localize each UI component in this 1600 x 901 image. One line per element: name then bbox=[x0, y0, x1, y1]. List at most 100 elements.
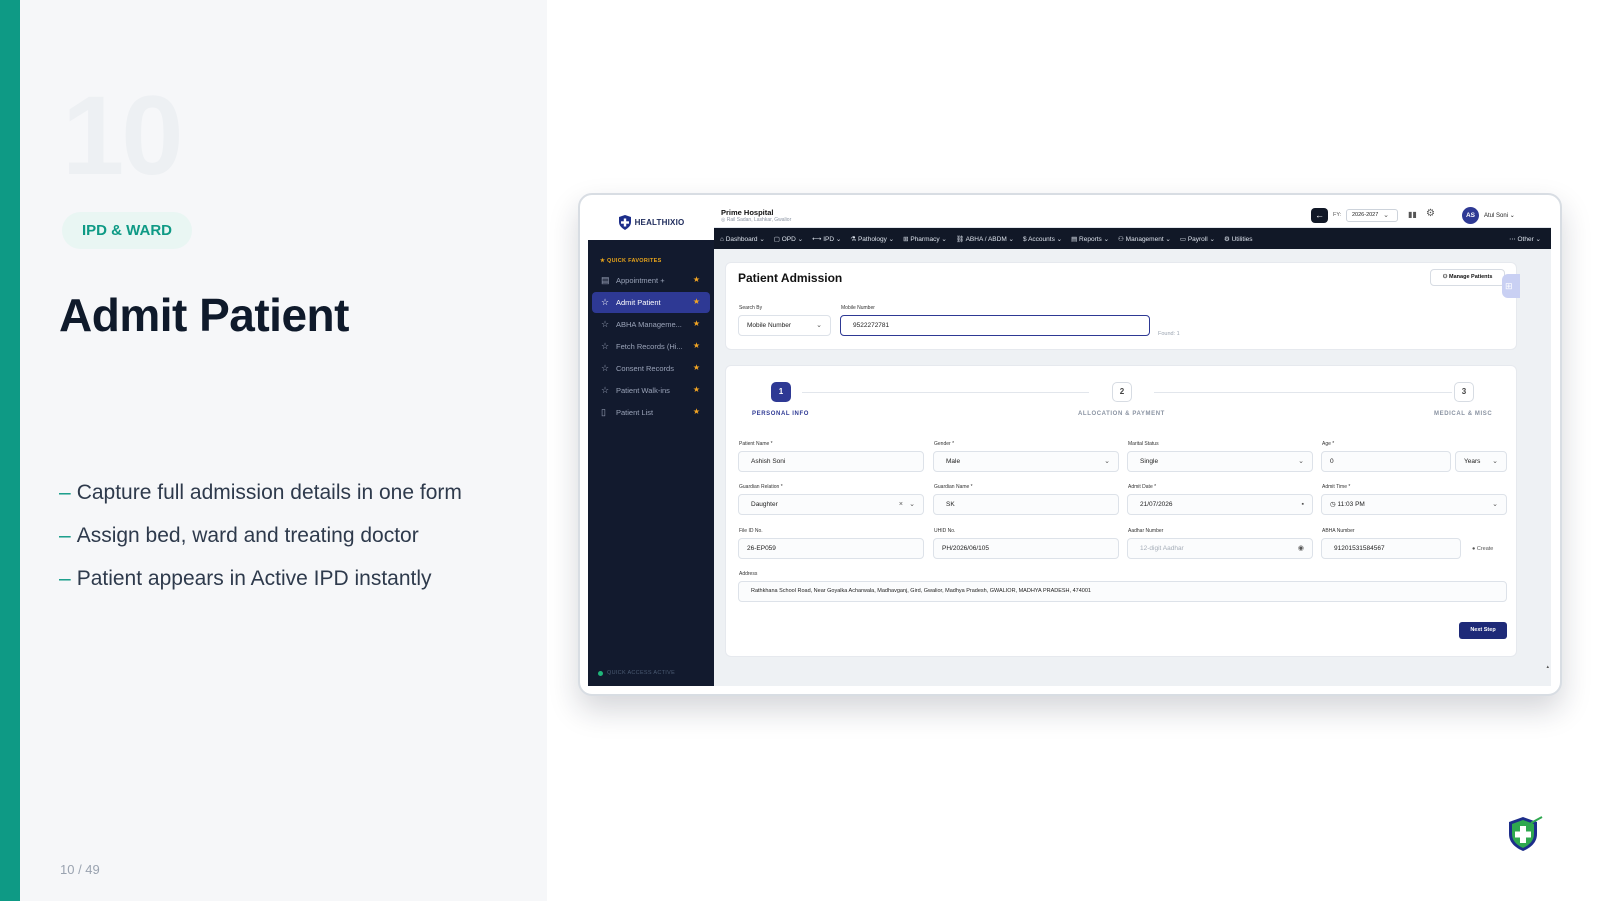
fy-select[interactable]: 2026-2027 ⌄ bbox=[1346, 209, 1398, 222]
nav-pathology[interactable]: ⚗ Pathology ⌄ bbox=[850, 235, 894, 243]
marital-status-value: Single bbox=[1140, 458, 1159, 465]
shield-logo-icon bbox=[618, 214, 631, 230]
step-2-indicator[interactable]: 2 bbox=[1112, 382, 1132, 402]
favorite-star-icon[interactable]: ★ bbox=[693, 407, 700, 417]
manage-patients-button[interactable]: ⚇ Manage Patients bbox=[1430, 269, 1505, 286]
create-abha-label: Create bbox=[1476, 546, 1494, 552]
abha-input[interactable]: 91201531584567 bbox=[1321, 538, 1461, 559]
guardian-name-label: Guardian Name * bbox=[934, 484, 973, 490]
found-count: Found: 1 bbox=[1158, 331, 1180, 337]
favorite-star-icon[interactable]: ★ bbox=[693, 363, 700, 373]
nav-dashboard[interactable]: ⌂ Dashboard ⌄ bbox=[720, 235, 765, 243]
favorite-star-icon[interactable]: ★ bbox=[693, 297, 700, 307]
sidebar-item-label: Admit Patient bbox=[616, 298, 661, 307]
marital-status-select[interactable]: Single ⌄ bbox=[1127, 451, 1313, 472]
admit-time-select[interactable]: ◷ 11:03 PM ⌄ bbox=[1321, 494, 1507, 515]
nav-opd[interactable]: ▢ OPD ⌄ bbox=[774, 235, 803, 243]
step-1-indicator[interactable]: 1 bbox=[771, 382, 791, 402]
chevron-down-icon: ⌄ bbox=[816, 322, 822, 329]
address-input[interactable]: Rathkhana School Road, Near Goyalka Acha… bbox=[738, 581, 1507, 602]
slide-number-watermark: 10 bbox=[62, 73, 184, 198]
aadhar-input[interactable]: 12-digit Aadhar ◉ bbox=[1127, 538, 1313, 559]
sidebar-item-abha-management[interactable]: ☆ ABHA Manageme... ★ bbox=[592, 314, 710, 335]
star-outline-icon: ☆ bbox=[601, 385, 610, 395]
app-logo[interactable]: HEALTHIXIO bbox=[588, 204, 714, 240]
abha-label: ABHA Number bbox=[1322, 528, 1355, 534]
avatar[interactable]: AS bbox=[1462, 207, 1479, 224]
slide: 10 IPD & WARD Admit Patient – Capture ful… bbox=[0, 0, 1600, 901]
aadhar-placeholder: 12-digit Aadhar bbox=[1140, 545, 1184, 552]
search-by-select[interactable]: Mobile Number ⌄ bbox=[738, 315, 831, 336]
brand-shield-logo bbox=[1509, 816, 1543, 851]
users-icon: ⚇ bbox=[1442, 274, 1448, 280]
guardian-relation-select[interactable]: Daughter × ⌄ bbox=[738, 494, 924, 515]
create-abha-button[interactable]: ● Create bbox=[1472, 546, 1493, 552]
favorite-star-icon[interactable]: ★ bbox=[693, 385, 700, 395]
document-icon: ▯ bbox=[601, 407, 606, 417]
sidebar-item-patient-list[interactable]: ▯ Patient List ★ bbox=[592, 402, 710, 423]
mobile-number-input[interactable]: 9522272781 bbox=[840, 315, 1150, 336]
admit-date-label: Admit Date * bbox=[1128, 484, 1157, 490]
nav-pharmacy[interactable]: ⊞ Pharmacy ⌄ bbox=[903, 235, 947, 243]
guardian-name-input[interactable]: SK bbox=[933, 494, 1119, 515]
admission-form-card: 1 PERSONAL INFO 2 ALLOCATION & PAYMENT 3… bbox=[725, 365, 1517, 657]
admit-date-input[interactable]: 21/07/2026 ▪ bbox=[1127, 494, 1313, 515]
nav-payroll[interactable]: ▭ Payroll ⌄ bbox=[1180, 235, 1215, 243]
bullet-item: – Assign bed, ward and treating doctor bbox=[59, 523, 462, 566]
sidebar-item-admit-patient[interactable]: ☆ Admit Patient ★ bbox=[592, 292, 710, 313]
sidebar-item-fetch-records[interactable]: ☆ Fetch Records (Hi... ★ bbox=[592, 336, 710, 357]
marital-status-label: Marital Status bbox=[1128, 441, 1159, 447]
user-name[interactable]: Atul Soni ⌄ bbox=[1484, 212, 1515, 219]
grid-icon: ⊞ bbox=[1505, 281, 1513, 291]
sidebar-item-patient-walkins[interactable]: ☆ Patient Walk-ins ★ bbox=[592, 380, 710, 401]
nav-ipd[interactable]: ⟷ IPD ⌄ bbox=[812, 235, 841, 243]
uhid-input[interactable]: PH/2026/06/105 bbox=[933, 538, 1119, 559]
gender-label: Gender * bbox=[934, 441, 955, 447]
scroll-indicator: ▴ bbox=[1546, 664, 1549, 670]
patient-name-input[interactable]: Ashish Soni bbox=[738, 451, 924, 472]
nav-abha-abdm[interactable]: ⛓ ABHA / ABDM ⌄ bbox=[956, 235, 1014, 243]
nav-utilities[interactable]: ⚙ Utilities bbox=[1224, 235, 1253, 243]
file-id-input[interactable]: 26-EP059 bbox=[738, 538, 924, 559]
back-arrow-icon[interactable]: ← bbox=[1311, 208, 1328, 223]
star-outline-icon: ☆ bbox=[601, 319, 610, 329]
sidebar-item-label: Patient List bbox=[616, 408, 654, 417]
bullet-item: – Capture full admission details in one f… bbox=[59, 480, 462, 523]
search-by-value: Mobile Number bbox=[747, 322, 792, 329]
nav-other[interactable]: ⋯ Other ⌄ bbox=[1509, 235, 1541, 243]
next-step-button[interactable]: Next Step bbox=[1459, 622, 1507, 639]
step-connector bbox=[1154, 392, 1452, 393]
gender-select[interactable]: Male ⌄ bbox=[933, 451, 1119, 472]
logo-text: HEALTHIXIO bbox=[634, 217, 685, 227]
guardian-relation-label: Guardian Relation * bbox=[739, 484, 783, 490]
top-bar: Prime Hospital ◎ Rail Sadan, Lashkar, Gw… bbox=[714, 204, 1551, 228]
nav-reports[interactable]: ▤ Reports ⌄ bbox=[1071, 235, 1109, 243]
age-label: Age * bbox=[1322, 441, 1335, 447]
nav-management[interactable]: ⚇ Management ⌄ bbox=[1118, 235, 1171, 243]
step-3-indicator[interactable]: 3 bbox=[1454, 382, 1474, 402]
age-input[interactable]: 0 bbox=[1321, 451, 1451, 472]
eye-icon[interactable]: ◉ bbox=[1298, 539, 1304, 558]
user-name-label: Atul Soni bbox=[1484, 213, 1509, 219]
step-3-label: MEDICAL & MISC bbox=[1434, 411, 1493, 417]
calendar-icon[interactable]: ▪ bbox=[1302, 495, 1304, 514]
favorite-star-icon[interactable]: ★ bbox=[693, 341, 700, 351]
nav-accounts[interactable]: $ Accounts ⌄ bbox=[1023, 235, 1062, 243]
favorite-star-icon[interactable]: ★ bbox=[693, 275, 700, 285]
address-label: Address bbox=[739, 571, 758, 577]
side-panel-tab[interactable]: ⊞ bbox=[1502, 274, 1520, 298]
gear-icon[interactable]: ⚙ bbox=[1426, 208, 1435, 219]
manage-patients-label: Manage Patients bbox=[1449, 274, 1493, 280]
favorite-star-icon[interactable]: ★ bbox=[693, 319, 700, 329]
chevron-down-icon: ⌄ bbox=[1104, 458, 1110, 465]
sidebar-item-consent-records[interactable]: ☆ Consent Records ★ bbox=[592, 358, 710, 379]
age-unit-select[interactable]: Years ⌄ bbox=[1455, 451, 1507, 472]
quick-access-status: QUICK ACCESS ACTIVE bbox=[598, 670, 675, 676]
page-counter: 10 / 49 bbox=[60, 862, 100, 877]
bar-chart-icon[interactable]: ▮▮ bbox=[1408, 210, 1417, 219]
star-outline-icon: ☆ bbox=[601, 363, 610, 373]
sidebar-item-label: Patient Walk-ins bbox=[616, 386, 670, 395]
sidebar-item-appointment[interactable]: ▤ Appointment + ★ bbox=[592, 270, 710, 291]
clear-icon[interactable]: × bbox=[899, 495, 903, 514]
sidebar-item-label: Appointment + bbox=[616, 276, 665, 285]
